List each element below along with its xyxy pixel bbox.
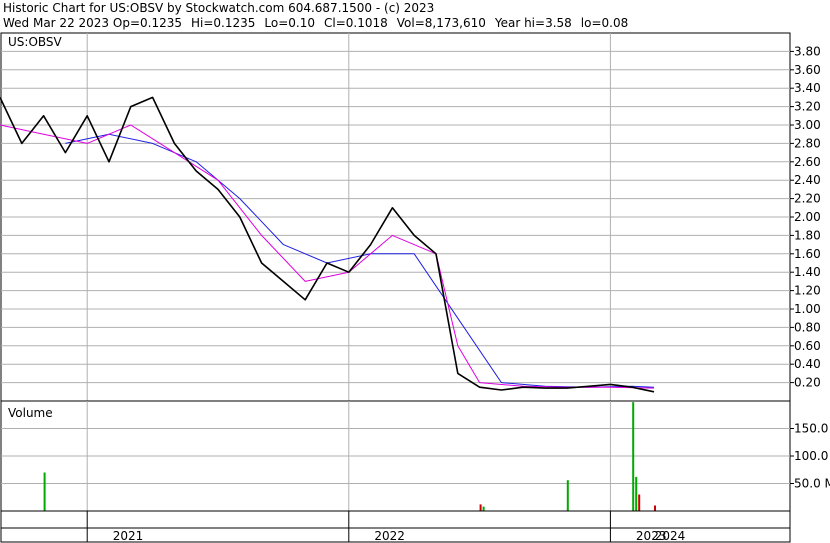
- price-tick-label: 1.00: [794, 302, 821, 316]
- price-tick-label: 2.40: [794, 173, 821, 187]
- volume-tick-label: 50.0 M: [794, 477, 830, 491]
- volume-label: Volume: [8, 406, 53, 420]
- volume-tick-label: 150.0: [794, 422, 828, 436]
- price-tick-label: 2.80: [794, 136, 821, 150]
- volume-bar: [654, 505, 656, 511]
- price-tick-label: 0.40: [794, 357, 821, 371]
- price-tick-label: 1.40: [794, 265, 821, 279]
- volume-bar: [482, 506, 485, 511]
- date-axis: 2021 2022 20232024: [0, 510, 791, 543]
- price-tick-label: 3.80: [794, 44, 821, 58]
- year-label: 2024: [655, 529, 686, 543]
- volume-axis: 50.0 M 100.0 150.0: [790, 422, 830, 491]
- volume-bar: [638, 494, 641, 511]
- price-tick-label: 2.20: [794, 192, 821, 206]
- price-grid: [1, 33, 790, 401]
- price-tick-label: 1.20: [794, 284, 821, 298]
- volume-bar: [566, 480, 569, 511]
- price-tick-label: 2.60: [794, 155, 821, 169]
- stock-chart: 0.20 0.40 0.60 0.80 1.00 1.20 1.40 1.60 1.80 2.00…: [0, 32, 830, 543]
- price-tick-label: 3.40: [794, 81, 821, 95]
- volume-bar: [635, 476, 638, 511]
- year-label: 2022: [374, 529, 405, 543]
- price-tick-label: 0.20: [794, 376, 821, 390]
- volume-tick-label: 100.0: [794, 449, 828, 463]
- year-label: 2021: [113, 529, 144, 543]
- symbol-label: US:OBSV: [8, 35, 63, 49]
- volume-bar: [632, 402, 635, 511]
- volume-bar: [43, 472, 46, 511]
- price-tick-label: 0.80: [794, 320, 821, 334]
- price-tick-label: 3.00: [794, 118, 821, 132]
- price-axis: 0.20 0.40 0.60 0.80 1.00 1.20 1.40 1.60 1.80 2.00…: [790, 44, 821, 390]
- volume-panel: 50.0 M 100.0 150.0 Volume: [0, 400, 830, 512]
- price-tick-label: 3.60: [794, 63, 821, 77]
- price-tick-label: 1.80: [794, 228, 821, 242]
- price-tick-label: 1.60: [794, 247, 821, 261]
- price-tick-label: 0.60: [794, 339, 821, 353]
- price-tick-label: 2.00: [794, 210, 821, 224]
- price-panel: 0.20 0.40 0.60 0.80 1.00 1.20 1.40 1.60 1.80 2.00…: [0, 32, 821, 402]
- volume-bar: [479, 504, 482, 511]
- price-tick-label: 3.20: [794, 100, 821, 114]
